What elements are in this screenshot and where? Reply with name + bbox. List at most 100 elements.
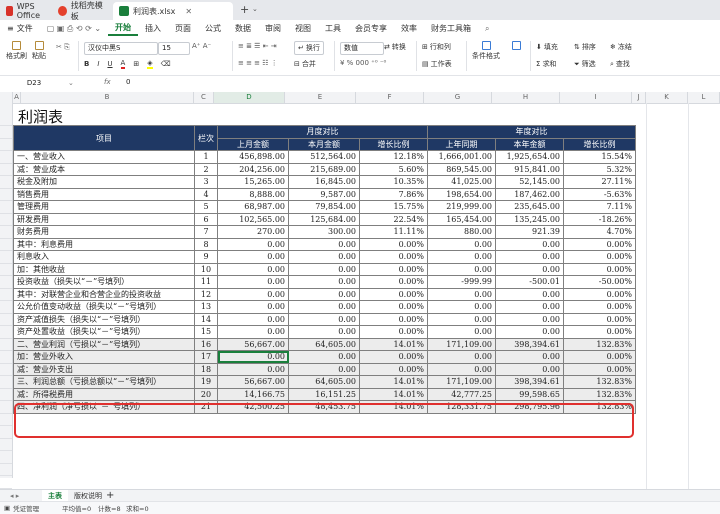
row-this-year-cell[interactable]: 398,394.61 bbox=[495, 337, 564, 351]
row-last-month-cell[interactable]: 270.00 bbox=[217, 225, 289, 239]
row-line-cell[interactable]: 16 bbox=[194, 337, 218, 351]
align-top-group[interactable]: ≡ ≣ ☰ ⇤ ⇥ bbox=[238, 42, 277, 50]
row-growth-yearly-cell[interactable]: 0.00% bbox=[563, 362, 636, 376]
freeze-button[interactable]: ❄ 冻结 bbox=[610, 42, 632, 52]
format-painter-button[interactable]: 格式刷 bbox=[6, 41, 27, 61]
font-name-select[interactable]: 汉仪中黑S bbox=[84, 42, 158, 55]
row-last-month-cell[interactable]: 0.00 bbox=[217, 237, 289, 251]
row-item-cell[interactable]: 加：营业外收入 bbox=[13, 350, 195, 364]
file-menu[interactable]: ≡ 文件 bbox=[0, 23, 40, 34]
row-this-month-cell[interactable]: 512,564.00 bbox=[288, 150, 360, 164]
row-item-cell[interactable]: 减：所得税费用 bbox=[13, 387, 195, 401]
row-this-year-cell[interactable]: 235,645.00 bbox=[495, 200, 564, 214]
row-line-cell[interactable]: 5 bbox=[194, 200, 218, 214]
row-item-cell[interactable]: 资产减值损失（损失以“－”号填列） bbox=[13, 312, 195, 326]
row-growth-yearly-cell[interactable]: -18.26% bbox=[563, 212, 636, 226]
row-this-month-cell[interactable]: 0.00 bbox=[288, 300, 360, 314]
row-line-cell[interactable]: 13 bbox=[194, 300, 218, 314]
row-this-month-cell[interactable]: 0.00 bbox=[288, 262, 360, 276]
row-this-month-cell[interactable]: 0.00 bbox=[288, 362, 360, 376]
row-item-cell[interactable]: 税金及附加 bbox=[13, 175, 195, 189]
italic-icon[interactable]: I bbox=[97, 60, 99, 68]
row-item-cell[interactable]: 投资收益（损失以“－”号填列） bbox=[13, 275, 195, 289]
font-size-select[interactable]: 15 bbox=[158, 42, 190, 55]
row-last-month-cell[interactable]: 68,987.00 bbox=[217, 200, 289, 214]
row-last-year-cell[interactable]: 41,025.00 bbox=[427, 175, 496, 189]
row-growth-yearly-cell[interactable]: 132.83% bbox=[563, 337, 636, 351]
row-line-cell[interactable]: 11 bbox=[194, 275, 218, 289]
tab-profit-xlsx[interactable]: 利润表.xlsx ✕ bbox=[113, 2, 233, 20]
row-last-month-cell[interactable]: 15,265.00 bbox=[217, 175, 289, 189]
row-line-cell[interactable]: 10 bbox=[194, 262, 218, 276]
row-last-year-cell[interactable]: 0.00 bbox=[427, 250, 496, 264]
row-last-month-cell[interactable]: 0.00 bbox=[217, 287, 289, 301]
row-item-cell[interactable]: 加：其他收益 bbox=[13, 262, 195, 276]
row-this-month-cell[interactable]: 64,605.00 bbox=[288, 375, 360, 389]
row-last-year-cell[interactable]: 869,545.00 bbox=[427, 162, 496, 176]
row-line-cell[interactable]: 3 bbox=[194, 175, 218, 189]
conditional-format-button[interactable]: 条件格式 bbox=[472, 41, 500, 61]
row-item-cell[interactable]: 其中：对联营企业和合营企业的投资收益 bbox=[13, 287, 195, 301]
row-this-year-cell[interactable]: 0.00 bbox=[495, 262, 564, 276]
name-box[interactable]: D23 bbox=[4, 78, 64, 89]
row-item-cell[interactable]: 公允价值变动收益（损失以“－”号填列） bbox=[13, 300, 195, 314]
row-growth-yearly-cell[interactable]: -5.63% bbox=[563, 187, 636, 201]
row-this-year-cell[interactable]: 0.00 bbox=[495, 250, 564, 264]
column-header-i[interactable]: I bbox=[560, 92, 632, 103]
menu-insert[interactable]: 插入 bbox=[138, 23, 168, 34]
search-icon[interactable]: ⌕ bbox=[478, 24, 496, 34]
cut-copy-icons[interactable]: ✂ ⎘ bbox=[56, 43, 70, 52]
row-this-year-cell[interactable]: 135,245.00 bbox=[495, 212, 564, 226]
row-this-month-cell[interactable]: 0.00 bbox=[288, 287, 360, 301]
row-this-year-cell[interactable]: 0.00 bbox=[495, 350, 564, 364]
row-growth-monthly-cell[interactable]: 0.00% bbox=[359, 262, 428, 276]
row-item-cell[interactable]: 销售费用 bbox=[13, 187, 195, 201]
clear-icon[interactable]: ⌫ bbox=[161, 60, 171, 68]
row-last-month-cell[interactable]: 0.00 bbox=[217, 250, 289, 264]
row-growth-yearly-cell[interactable]: 0.00% bbox=[563, 262, 636, 276]
row-last-month-cell[interactable]: 0.00 bbox=[217, 350, 289, 364]
column-header-a[interactable]: A bbox=[13, 92, 21, 103]
row-this-year-cell[interactable]: 0.00 bbox=[495, 325, 564, 339]
row-last-year-cell[interactable]: 219,999.00 bbox=[427, 200, 496, 214]
row-item-cell[interactable]: 利息收入 bbox=[13, 250, 195, 264]
row-this-month-cell[interactable]: 0.00 bbox=[288, 237, 360, 251]
underline-icon[interactable]: U bbox=[107, 60, 112, 68]
number-format-select[interactable]: 数值 bbox=[340, 42, 384, 55]
row-growth-yearly-cell[interactable]: 0.00% bbox=[563, 312, 636, 326]
row-growth-yearly-cell[interactable]: 0.00% bbox=[563, 350, 636, 364]
column-header-k[interactable]: K bbox=[646, 92, 688, 103]
select-all-corner[interactable] bbox=[0, 92, 13, 103]
row-this-year-cell[interactable]: 1,925,654.00 bbox=[495, 150, 564, 164]
row-last-month-cell[interactable]: 456,898.00 bbox=[217, 150, 289, 164]
formula-dropdown-icon[interactable]: ⌄ bbox=[68, 79, 74, 87]
row-item-cell[interactable]: 其中：利息费用 bbox=[13, 237, 195, 251]
row-this-year-cell[interactable]: 0.00 bbox=[495, 237, 564, 251]
filter-button[interactable]: ⏷ 筛选 bbox=[574, 59, 596, 69]
row-last-month-cell[interactable]: 14,166.75 bbox=[217, 387, 289, 401]
column-header-h[interactable]: H bbox=[492, 92, 560, 103]
row-last-year-cell[interactable]: 0.00 bbox=[427, 300, 496, 314]
bold-icon[interactable]: B bbox=[84, 60, 89, 68]
row-growth-monthly-cell[interactable]: 0.00% bbox=[359, 300, 428, 314]
row-item-cell[interactable]: 减：营业成本 bbox=[13, 162, 195, 176]
fill-color-icon[interactable]: ◈ bbox=[147, 59, 153, 69]
row-last-month-cell[interactable]: 0.00 bbox=[217, 262, 289, 276]
menu-tools[interactable]: 工具 bbox=[318, 23, 348, 34]
column-header-b[interactable]: B bbox=[21, 92, 194, 103]
row-last-year-cell[interactable]: 42,777.25 bbox=[427, 387, 496, 401]
row-last-year-cell[interactable]: 198,654.00 bbox=[427, 187, 496, 201]
row-this-month-cell[interactable]: 0.00 bbox=[288, 312, 360, 326]
row-growth-yearly-cell[interactable]: 7.11% bbox=[563, 200, 636, 214]
row-growth-monthly-cell[interactable]: 14.01% bbox=[359, 337, 428, 351]
tab-templates[interactable]: 找稻壳模板 bbox=[52, 1, 112, 21]
row-last-year-cell[interactable]: 0.00 bbox=[427, 350, 496, 364]
chevron-down-icon[interactable]: ⌄ bbox=[252, 5, 258, 13]
row-last-month-cell[interactable]: 8,888.00 bbox=[217, 187, 289, 201]
row-this-month-cell[interactable]: 0.00 bbox=[288, 250, 360, 264]
row-last-year-cell[interactable]: 1,666,001.00 bbox=[427, 150, 496, 164]
row-this-year-cell[interactable]: -500.01 bbox=[495, 275, 564, 289]
row-growth-monthly-cell[interactable]: 0.00% bbox=[359, 325, 428, 339]
row-last-month-cell[interactable]: 0.00 bbox=[217, 325, 289, 339]
column-header-d[interactable]: D bbox=[214, 92, 285, 103]
